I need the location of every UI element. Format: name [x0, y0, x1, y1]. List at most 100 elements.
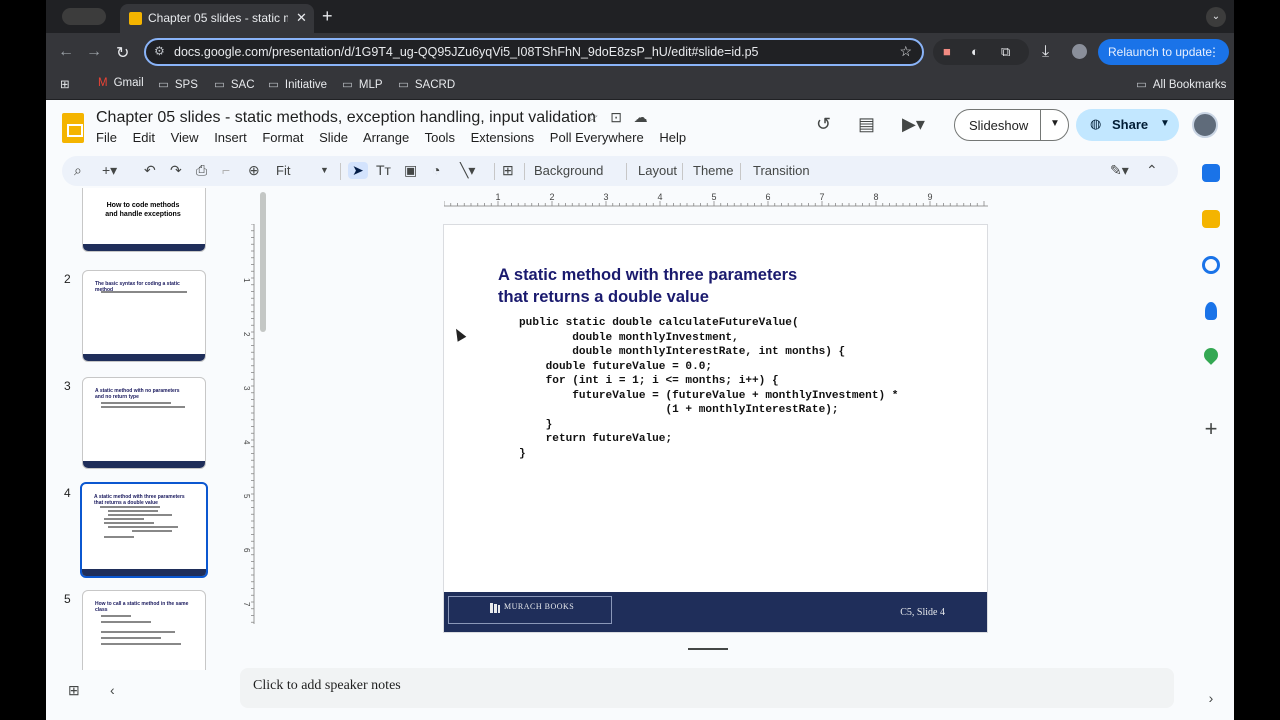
- insert-comment-icon[interactable]: ⊞: [502, 162, 514, 179]
- filmstrip: How to code methods and handle exception…: [46, 188, 268, 670]
- more-vert-icon[interactable]: ⋮: [1208, 39, 1220, 65]
- slides-logo-icon[interactable]: [62, 113, 84, 143]
- slide-heading[interactable]: A static method with three parameters th…: [498, 264, 797, 308]
- contacts-icon[interactable]: [1205, 302, 1217, 320]
- select-arrow-icon[interactable]: ➤: [348, 162, 368, 179]
- relaunch-button[interactable]: Relaunch to update ⋮: [1098, 39, 1229, 65]
- menu-slide[interactable]: Slide: [319, 130, 348, 145]
- add-addon-icon[interactable]: +: [1202, 418, 1220, 440]
- menu-format[interactable]: Format: [262, 130, 303, 145]
- paint-format-icon[interactable]: ⌐: [222, 162, 230, 178]
- menu-insert[interactable]: Insert: [214, 130, 247, 145]
- bookmark-gmail[interactable]: M Gmail: [98, 77, 144, 89]
- tab-search-chevron-icon[interactable]: ⌄: [1206, 7, 1226, 27]
- menu-help[interactable]: Help: [659, 130, 686, 145]
- folder-icon: ▭: [1136, 79, 1147, 91]
- star-icon[interactable]: ☆: [586, 109, 599, 125]
- maps-icon[interactable]: [1201, 345, 1221, 365]
- all-bookmarks[interactable]: ▭ All Bookmarks: [1136, 77, 1226, 91]
- filmstrip-scrollbar[interactable]: [260, 192, 266, 332]
- tab-group-pill[interactable]: [62, 8, 106, 25]
- tab-close-icon[interactable]: ✕: [296, 10, 307, 26]
- menu-edit[interactable]: Edit: [133, 130, 155, 145]
- bookmark-star-icon[interactable]: ☆: [899, 43, 912, 60]
- thumbnail-line: [101, 637, 161, 639]
- slides-app: Chapter 05 slides - static methods, exce…: [46, 100, 1234, 720]
- zoom-icon[interactable]: ⊕: [248, 162, 260, 179]
- address-bar[interactable]: ⚙ docs.google.com/presentation/d/1G9T4_u…: [144, 38, 924, 66]
- bookmark-sps[interactable]: ▭ SPS: [158, 77, 198, 91]
- menu-file[interactable]: File: [96, 130, 117, 145]
- redo-icon[interactable]: ↷: [170, 162, 182, 179]
- account-avatar[interactable]: [1192, 112, 1218, 138]
- document-title[interactable]: Chapter 05 slides - static methods, exce…: [96, 109, 596, 127]
- bookmark-mlp[interactable]: ▭ MLP: [342, 77, 383, 91]
- bookmark-initiative[interactable]: ▭ Initiative: [268, 77, 327, 91]
- horizontal-ruler[interactable]: 1 2 3 4 5 6 7 8 9: [444, 193, 988, 207]
- title-icons: ☆ ⊡ ☁: [586, 109, 648, 126]
- menu-extensions[interactable]: Extensions: [471, 130, 535, 145]
- new-slide-icon[interactable]: +▾: [102, 162, 117, 179]
- pen-tool-icon[interactable]: ✎▾: [1110, 162, 1129, 179]
- menu-arrange[interactable]: Arrange: [363, 130, 409, 145]
- share-button[interactable]: ◍ Share ▼: [1076, 109, 1179, 141]
- collapse-filmstrip-icon[interactable]: ‹: [110, 682, 115, 698]
- shape-icon[interactable]: ◔: [432, 162, 440, 178]
- menu-poll-everywhere[interactable]: Poll Everywhere: [550, 130, 644, 145]
- calendar-icon[interactable]: [1202, 164, 1220, 182]
- reload-icon[interactable]: ↻: [116, 43, 129, 63]
- move-folder-icon[interactable]: ⊡: [610, 109, 622, 125]
- slide-canvas[interactable]: A static method with three parameters th…: [443, 224, 988, 633]
- slideshow-button[interactable]: Slideshow ▼: [954, 109, 1069, 141]
- zoom-select[interactable]: Fit: [276, 163, 290, 178]
- vertical-ruler[interactable]: 1 2 3 4 5 6 7: [241, 224, 255, 624]
- print-icon[interactable]: ⎙: [196, 162, 207, 179]
- background-button[interactable]: Background: [534, 163, 603, 178]
- grid-view-icon[interactable]: ⊞: [68, 682, 80, 699]
- comments-icon[interactable]: ▤: [858, 114, 875, 135]
- chevron-down-icon[interactable]: ▼: [1160, 118, 1170, 129]
- layout-button[interactable]: Layout: [638, 163, 677, 178]
- slide-thumbnail[interactable]: How to code methods and handle exception…: [82, 188, 206, 252]
- slide-thumbnail-selected[interactable]: A static method with three parameters th…: [80, 482, 208, 578]
- apps-grid-icon[interactable]: ⊞: [60, 77, 70, 91]
- theme-button[interactable]: Theme: [693, 163, 733, 178]
- speaker-notes[interactable]: Click to add speaker notes: [240, 668, 1174, 708]
- keep-icon[interactable]: [1202, 210, 1220, 228]
- tasks-icon[interactable]: [1202, 256, 1220, 274]
- menu-tools[interactable]: Tools: [425, 130, 455, 145]
- undo-icon[interactable]: ↶: [144, 162, 156, 179]
- meet-camera-icon[interactable]: ▶▾: [902, 114, 925, 135]
- site-info-icon[interactable]: ⚙: [154, 44, 165, 58]
- code-block[interactable]: public static double calculateFutureValu…: [519, 316, 898, 461]
- version-history-icon[interactable]: ↺: [816, 114, 831, 135]
- collapse-chevron-icon[interactable]: ⌃: [1146, 162, 1158, 179]
- puzzle-extensions-icon[interactable]: ⧉: [1001, 44, 1010, 60]
- chevron-down-icon[interactable]: ▼: [1050, 118, 1060, 129]
- browser-tab[interactable]: Chapter 05 slides - static me ✕: [120, 4, 314, 33]
- forward-icon[interactable]: →: [86, 43, 102, 61]
- zoom-chevron-icon[interactable]: ▼: [320, 165, 329, 175]
- profile-avatar[interactable]: [1072, 44, 1087, 59]
- slide-thumbnail[interactable]: The basic syntax for coding a static met…: [82, 270, 206, 362]
- text-box-icon[interactable]: Tт: [376, 162, 391, 178]
- filmstrip-resize-handle[interactable]: [688, 648, 728, 650]
- menu-view[interactable]: View: [171, 130, 199, 145]
- line-icon[interactable]: ╲▾: [460, 162, 475, 179]
- ruler-label: 8: [873, 193, 878, 202]
- contrast-extension-icon[interactable]: ◐: [971, 44, 979, 59]
- download-icon[interactable]: ⤓: [1042, 43, 1049, 61]
- bookmark-sac[interactable]: ▭ SAC: [214, 77, 255, 91]
- thumbnail-title: A static method with three parameters th…: [94, 494, 185, 506]
- image-icon[interactable]: ▣: [404, 162, 417, 179]
- search-menus-icon[interactable]: ⌕: [74, 162, 82, 179]
- back-icon[interactable]: ←: [58, 43, 74, 61]
- lock-extension-icon[interactable]: ■: [943, 44, 951, 59]
- bookmark-sacrd[interactable]: ▭ SACRD: [398, 77, 455, 91]
- expand-panel-icon[interactable]: ›: [1202, 690, 1220, 708]
- slide-thumbnail[interactable]: A static method with no parameters and n…: [82, 377, 206, 469]
- transition-button[interactable]: Transition: [753, 163, 810, 178]
- book-icon: [490, 603, 500, 613]
- new-tab-button[interactable]: +: [322, 6, 333, 27]
- slide-thumbnail[interactable]: How to call a static method in the same …: [82, 590, 206, 670]
